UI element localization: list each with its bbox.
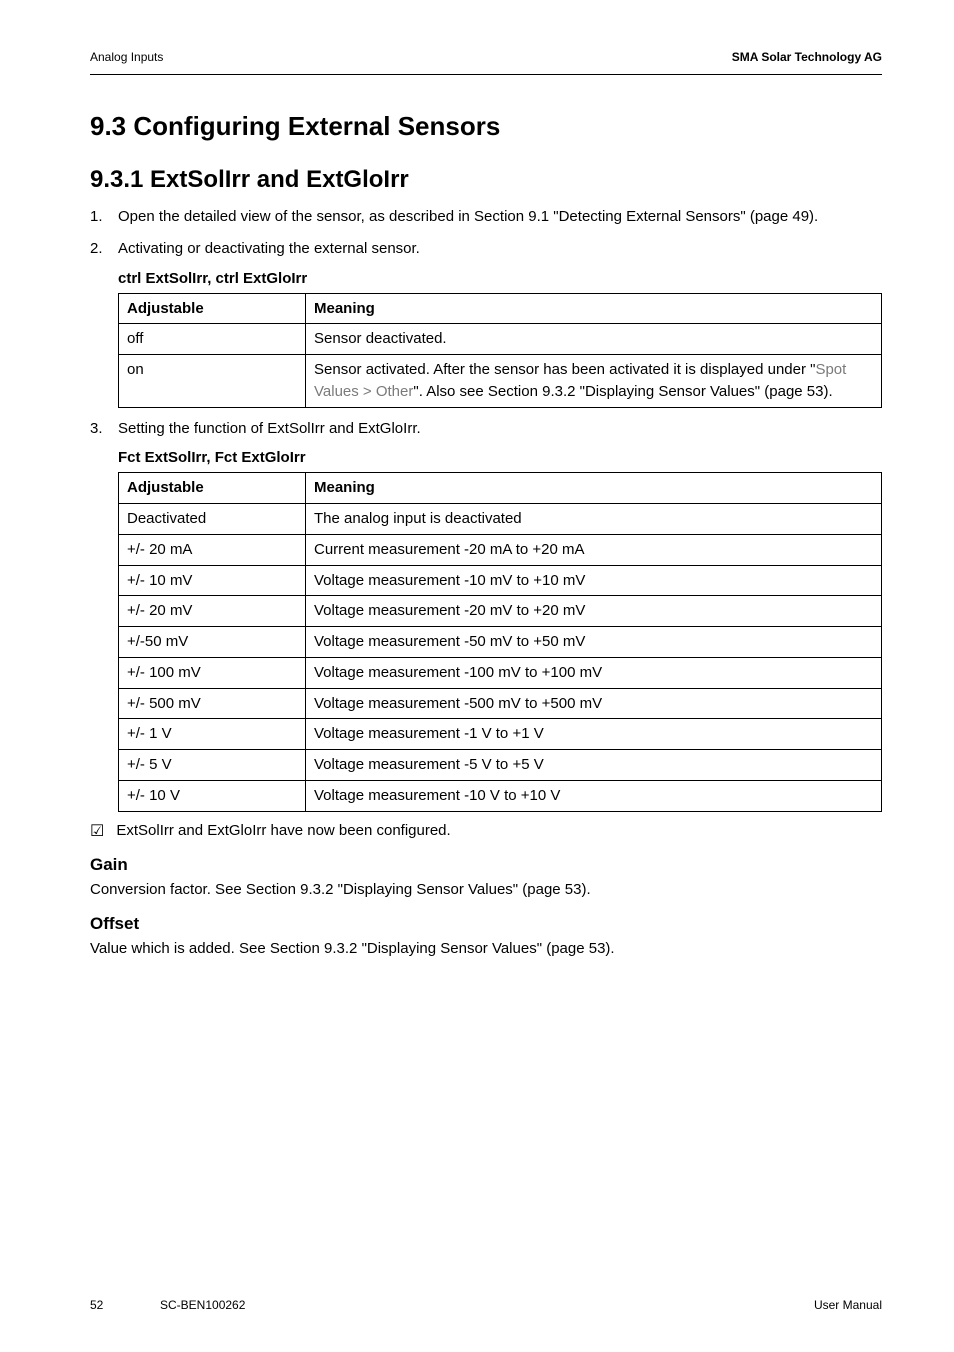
table-row: on Sensor activated. After the sensor ha… bbox=[119, 355, 882, 408]
cell: Voltage measurement -1 V to +1 V bbox=[306, 719, 882, 750]
header-rule bbox=[90, 74, 882, 75]
section-9-3-1-title: 9.3.1 ExtSolIrr and ExtGloIrr bbox=[90, 166, 882, 194]
section-9-3-title: 9.3 Configuring External Sensors bbox=[90, 111, 882, 142]
cell-on-meaning: Sensor activated. After the sensor has b… bbox=[306, 355, 882, 408]
table-row: Adjustable Meaning bbox=[119, 293, 882, 324]
steps-list-2: Setting the function of ExtSolIrr and Ex… bbox=[90, 418, 882, 440]
param-fct-heading: Fct ExtSolIrr, Fct ExtGloIrr bbox=[118, 449, 882, 466]
cell: +/- 10 mV bbox=[119, 565, 306, 596]
cell: Voltage measurement -10 V to +10 V bbox=[306, 780, 882, 811]
table-row: Adjustable Meaning bbox=[119, 473, 882, 504]
cell: +/- 20 mA bbox=[119, 534, 306, 565]
table-row: +/- 20 mACurrent measurement -20 mA to +… bbox=[119, 534, 882, 565]
footer-right: User Manual bbox=[814, 1298, 882, 1312]
gain-body: Conversion factor. See Section 9.3.2 "Di… bbox=[90, 879, 882, 901]
cell: +/- 1 V bbox=[119, 719, 306, 750]
header-right: SMA Solar Technology AG bbox=[732, 50, 882, 64]
gain-heading: Gain bbox=[90, 855, 882, 875]
cell: Voltage measurement -10 mV to +10 mV bbox=[306, 565, 882, 596]
cell: Voltage measurement -5 V to +5 V bbox=[306, 750, 882, 781]
cell: +/- 10 V bbox=[119, 780, 306, 811]
offset-body: Value which is added. See Section 9.3.2 … bbox=[90, 938, 882, 960]
page-number: 52 bbox=[90, 1298, 103, 1312]
cell-on-post: ". Also see Section 9.3.2 "Displaying Se… bbox=[413, 383, 832, 400]
cell: Current measurement -20 mA to +20 mA bbox=[306, 534, 882, 565]
cell: Voltage measurement -100 mV to +100 mV bbox=[306, 657, 882, 688]
table-row: +/- 100 mVVoltage measurement -100 mV to… bbox=[119, 657, 882, 688]
result-text: ExtSolIrr and ExtGloIrr have now been co… bbox=[116, 822, 450, 839]
cell: Voltage measurement -500 mV to +500 mV bbox=[306, 688, 882, 719]
cell: +/- 5 V bbox=[119, 750, 306, 781]
table-row: +/-50 mVVoltage measurement -50 mV to +5… bbox=[119, 627, 882, 658]
cell-off: off bbox=[119, 324, 306, 355]
step-2: Activating or deactivating the external … bbox=[90, 238, 882, 260]
table-header-adjustable: Adjustable bbox=[119, 473, 306, 504]
cell: The analog input is deactivated bbox=[306, 504, 882, 535]
page: Analog Inputs SMA Solar Technology AG 9.… bbox=[0, 0, 954, 1352]
cell: Deactivated bbox=[119, 504, 306, 535]
cell: +/-50 mV bbox=[119, 627, 306, 658]
footer: 52 SC-BEN100262 User Manual bbox=[90, 1298, 882, 1312]
cell-on-pre: Sensor activated. After the sensor has b… bbox=[314, 361, 815, 378]
step-1: Open the detailed view of the sensor, as… bbox=[90, 206, 882, 228]
table-row: +/- 20 mVVoltage measurement -20 mV to +… bbox=[119, 596, 882, 627]
table-row: +/- 10 mVVoltage measurement -10 mV to +… bbox=[119, 565, 882, 596]
doc-id: SC-BEN100262 bbox=[160, 1298, 245, 1312]
table-fct: Adjustable Meaning DeactivatedThe analog… bbox=[118, 472, 882, 811]
steps-list-1: Open the detailed view of the sensor, as… bbox=[90, 206, 882, 260]
table-row: DeactivatedThe analog input is deactivat… bbox=[119, 504, 882, 535]
running-header: Analog Inputs SMA Solar Technology AG bbox=[90, 50, 882, 64]
table-row: +/- 500 mVVoltage measurement -500 mV to… bbox=[119, 688, 882, 719]
table-row: +/- 1 VVoltage measurement -1 V to +1 V bbox=[119, 719, 882, 750]
table-row: +/- 10 VVoltage measurement -10 V to +10… bbox=[119, 780, 882, 811]
cell: +/- 100 mV bbox=[119, 657, 306, 688]
checkmark-icon: ☑ bbox=[90, 822, 104, 841]
cell: Voltage measurement -20 mV to +20 mV bbox=[306, 596, 882, 627]
cell-off-meaning: Sensor deactivated. bbox=[306, 324, 882, 355]
cell: Voltage measurement -50 mV to +50 mV bbox=[306, 627, 882, 658]
header-left: Analog Inputs bbox=[90, 50, 163, 64]
cell: +/- 500 mV bbox=[119, 688, 306, 719]
table-header-meaning: Meaning bbox=[306, 293, 882, 324]
table-row: +/- 5 VVoltage measurement -5 V to +5 V bbox=[119, 750, 882, 781]
table-row: off Sensor deactivated. bbox=[119, 324, 882, 355]
table-header-meaning: Meaning bbox=[306, 473, 882, 504]
cell-on: on bbox=[119, 355, 306, 408]
step-3: Setting the function of ExtSolIrr and Ex… bbox=[90, 418, 882, 440]
param-ctrl-heading: ctrl ExtSolIrr, ctrl ExtGloIrr bbox=[118, 270, 882, 287]
table-ctrl: Adjustable Meaning off Sensor deactivate… bbox=[118, 293, 882, 408]
table-header-adjustable: Adjustable bbox=[119, 293, 306, 324]
result-line: ☑ ExtSolIrr and ExtGloIrr have now been … bbox=[90, 822, 882, 841]
cell: +/- 20 mV bbox=[119, 596, 306, 627]
offset-heading: Offset bbox=[90, 914, 882, 934]
